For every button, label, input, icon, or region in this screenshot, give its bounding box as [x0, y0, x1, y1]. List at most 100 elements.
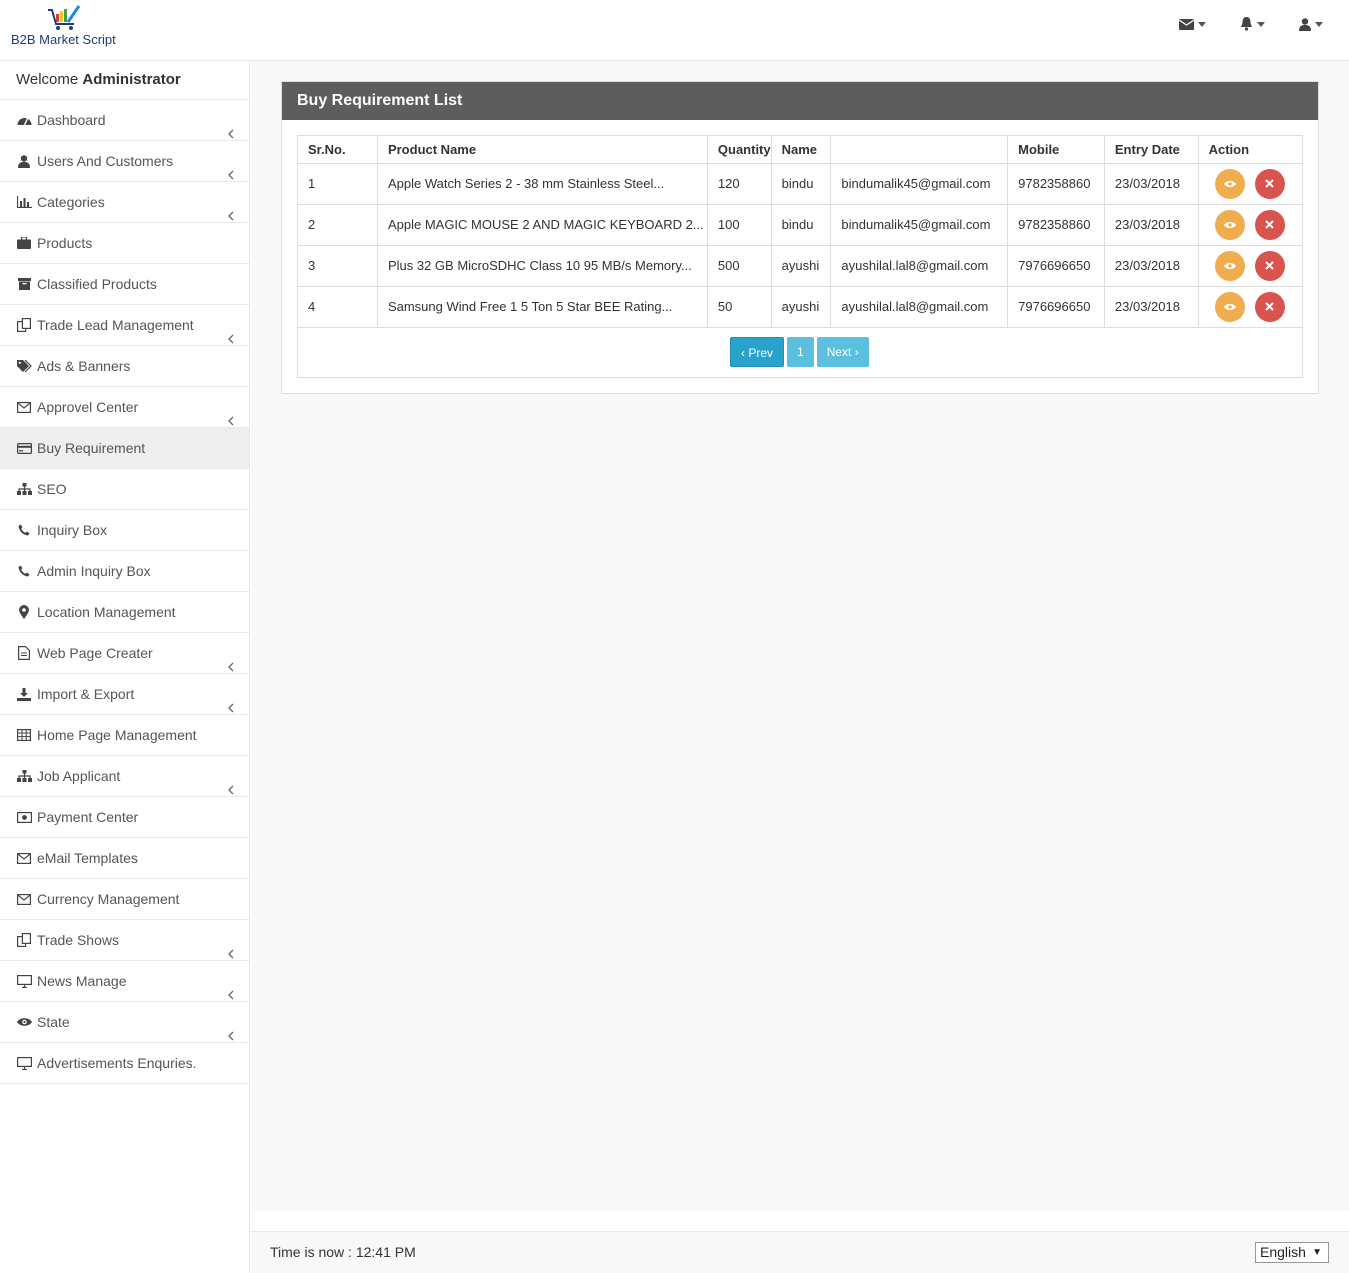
- table-cell: Samsung Wind Free 1 5 Ton 5 Star BEE Rat…: [377, 286, 708, 328]
- delete-button[interactable]: [1254, 209, 1285, 240]
- page-1-button[interactable]: 1: [787, 337, 814, 367]
- messages-dropdown[interactable]: [1179, 14, 1206, 34]
- map-marker-icon: [16, 605, 32, 619]
- caret-down-icon: [1198, 21, 1206, 27]
- select-arrow-icon: ▼: [1312, 1247, 1322, 1258]
- user-dropdown[interactable]: [1299, 14, 1323, 34]
- sidebar-item-email-templates[interactable]: eMail Templates: [0, 838, 249, 879]
- table-cell: 100: [707, 204, 772, 246]
- table-cell: 2: [298, 204, 378, 246]
- chevron-left-icon: [227, 319, 235, 344]
- table-cell: 23/03/2018: [1104, 163, 1199, 205]
- view-button[interactable]: [1214, 250, 1245, 281]
- view-button[interactable]: [1214, 291, 1245, 322]
- sidebar-item-label: News Manage: [37, 973, 127, 989]
- sidebar-item-ads-banners[interactable]: Ads & Banners: [0, 346, 249, 387]
- phone-icon: [16, 564, 32, 578]
- view-button[interactable]: [1214, 168, 1245, 199]
- sidebar-item-label: Job Applicant: [37, 768, 121, 784]
- language-value: English: [1260, 1244, 1306, 1260]
- sidebar-item-advertisements-enquries[interactable]: Advertisements Enquries.: [0, 1043, 249, 1084]
- eye-icon: [1223, 221, 1236, 228]
- language-select[interactable]: English ▼: [1255, 1242, 1329, 1263]
- action-cell: [1198, 204, 1303, 246]
- column-header: Entry Date: [1104, 136, 1199, 164]
- sidebar-item-categories[interactable]: Categories: [0, 182, 249, 223]
- credit-card-icon: [16, 441, 32, 455]
- envelope-icon: [1179, 18, 1194, 30]
- sidebar-item-label: Trade Lead Management: [37, 317, 194, 333]
- close-icon: [1265, 302, 1274, 311]
- desktop-icon: [16, 974, 32, 988]
- close-icon: [1265, 220, 1274, 229]
- sidebar-item-currency-management[interactable]: Currency Management: [0, 879, 249, 920]
- sidebar-item-label: Payment Center: [37, 809, 139, 825]
- sidebar-item-label: Users And Customers: [37, 153, 174, 169]
- sidebar-item-import-export[interactable]: Import & Export: [0, 674, 249, 715]
- sidebar-item-seo[interactable]: SEO: [0, 469, 249, 510]
- table-cell: Plus 32 GB MicroSDHC Class 10 95 MB/s Me…: [377, 245, 708, 287]
- sidebar-item-admin-inquiry-box[interactable]: Admin Inquiry Box: [0, 551, 249, 592]
- sidebar-menu: Dashboard Users And Customers Categories Pr…: [0, 100, 249, 1084]
- chevron-left-icon: [227, 114, 235, 139]
- column-header: [830, 136, 1009, 164]
- envelope-icon: [16, 892, 32, 906]
- table-cell: 1: [298, 163, 378, 205]
- table-cell: bindumalik45@gmail.com: [830, 163, 1009, 205]
- chevron-left-icon: [227, 975, 235, 1000]
- welcome-user: Administrator: [82, 71, 181, 88]
- welcome-message: Welcome Administrator: [0, 61, 249, 100]
- sidebar-item-inquiry-box[interactable]: Inquiry Box: [0, 510, 249, 551]
- table-cell: 4: [298, 286, 378, 328]
- sidebar-item-classified-products[interactable]: Classified Products: [0, 264, 249, 305]
- table-icon: [16, 728, 32, 742]
- brand-logo[interactable]: B2B Market Script: [10, 4, 120, 54]
- buy-requirement-panel: Buy Requirement List Sr.No. Product Name Q…: [281, 81, 1319, 394]
- delete-button[interactable]: [1254, 168, 1285, 199]
- archive-icon: [16, 277, 32, 291]
- caret-down-icon: [1257, 21, 1265, 27]
- sidebar-item-news-manage[interactable]: News Manage: [0, 961, 249, 1002]
- sidebar-item-approvel-center[interactable]: Approvel Center: [0, 387, 249, 428]
- table-cell: Apple Watch Series 2 - 38 mm Stainless S…: [377, 163, 708, 205]
- sidebar-item-trade-lead-management[interactable]: Trade Lead Management: [0, 305, 249, 346]
- delete-button[interactable]: [1254, 250, 1285, 281]
- chevron-left-icon: [227, 647, 235, 672]
- sidebar-item-label: Ads & Banners: [37, 358, 131, 374]
- sidebar-item-trade-shows[interactable]: Trade Shows: [0, 920, 249, 961]
- phone-icon: [16, 523, 32, 537]
- table-cell: 9782358860: [1007, 204, 1105, 246]
- column-header: Product Name: [377, 136, 708, 164]
- eye-icon: [1223, 262, 1236, 269]
- sidebar-item-payment-center[interactable]: Payment Center: [0, 797, 249, 838]
- sidebar-item-state[interactable]: State: [0, 1002, 249, 1043]
- sidebar-item-job-applicant[interactable]: Job Applicant: [0, 756, 249, 797]
- delete-button[interactable]: [1254, 291, 1285, 322]
- sidebar-item-home-page-management[interactable]: Home Page Management: [0, 715, 249, 756]
- sidebar-item-location-management[interactable]: Location Management: [0, 592, 249, 633]
- prev-page-button[interactable]: ‹ Prev: [730, 337, 785, 367]
- sidebar-item-label: Products: [37, 235, 93, 251]
- sidebar-item-label: Currency Management: [37, 891, 180, 907]
- sidebar-item-web-page-creater[interactable]: Web Page Creater: [0, 633, 249, 674]
- sidebar-item-label: State: [37, 1014, 70, 1030]
- view-button[interactable]: [1214, 209, 1245, 240]
- sidebar-item-buy-requirement[interactable]: Buy Requirement: [0, 428, 249, 469]
- close-icon: [1265, 261, 1274, 270]
- sidebar-item-label: Import & Export: [37, 686, 135, 702]
- sidebar-item-products[interactable]: Products: [0, 223, 249, 264]
- column-header: Action: [1198, 136, 1303, 164]
- copy-icon: [16, 318, 32, 332]
- buy-requirement-table: Sr.No. Product Name Quantity Name Mobile Entr…: [298, 136, 1303, 328]
- sidebar: Welcome Administrator Dashboard Users And…: [0, 61, 250, 1273]
- table-header-row: Sr.No. Product Name Quantity Name Mobile Entr…: [298, 136, 1303, 164]
- sidebar-item-users-and-customers[interactable]: Users And Customers: [0, 141, 249, 182]
- pagination: ‹ Prev 1 Next ›: [730, 337, 869, 367]
- notifications-dropdown[interactable]: [1240, 14, 1265, 34]
- sidebar-item-dashboard[interactable]: Dashboard: [0, 100, 249, 141]
- table-cell: 50: [707, 286, 772, 328]
- next-page-button[interactable]: Next ›: [816, 337, 869, 367]
- table-container: Sr.No. Product Name Quantity Name Mobile Entr…: [297, 135, 1303, 378]
- table-cell: ayushi: [771, 286, 832, 328]
- column-header: Quantity: [707, 136, 772, 164]
